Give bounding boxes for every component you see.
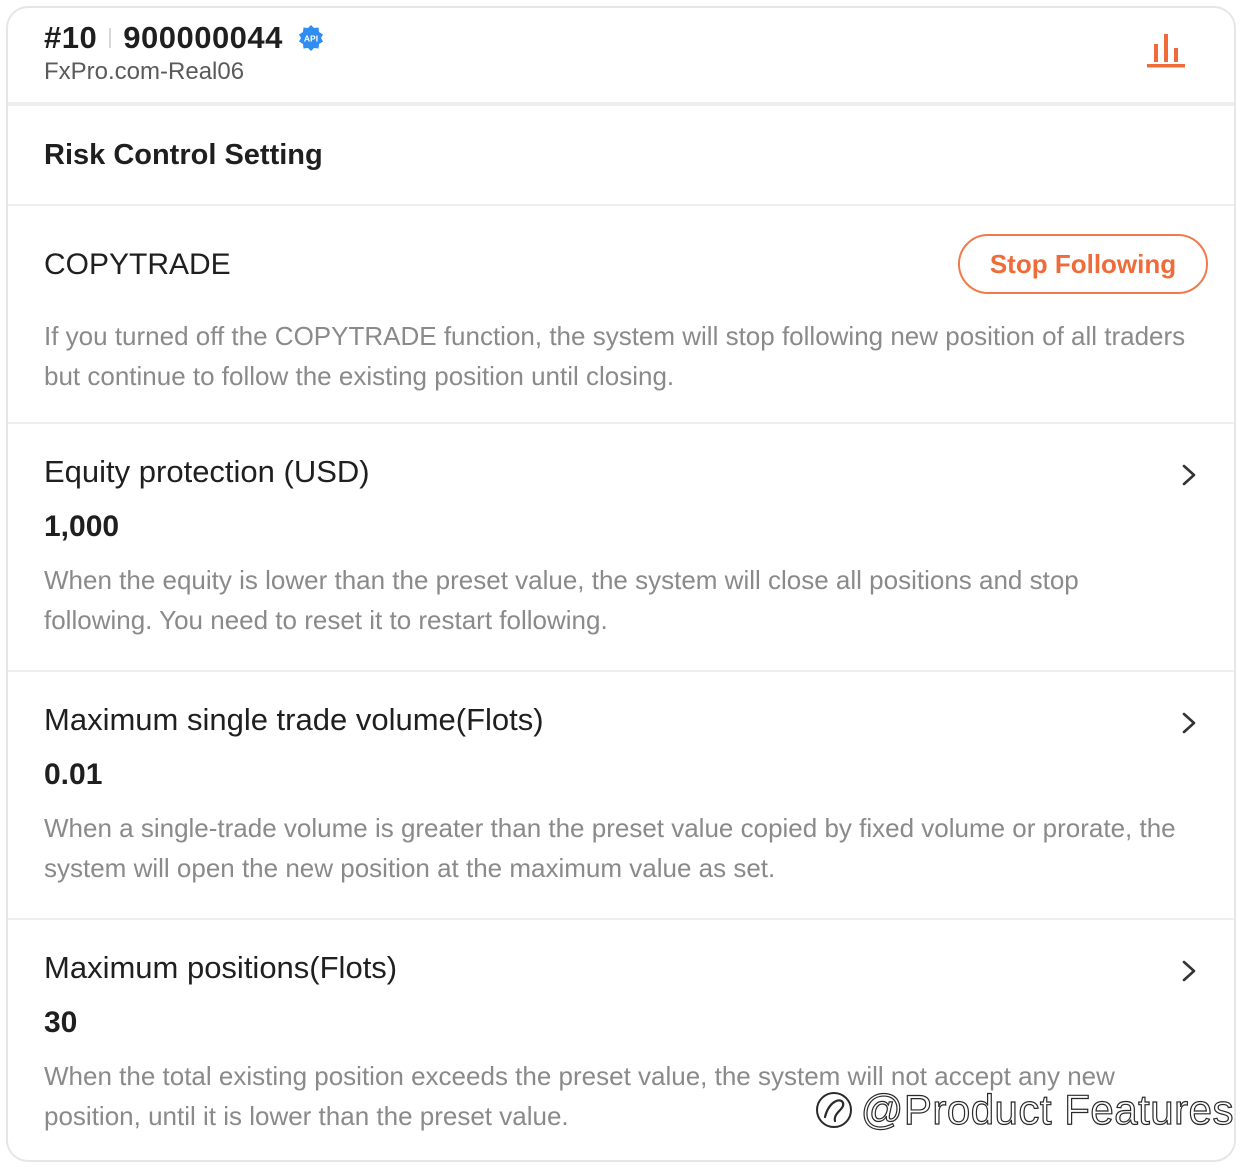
setting-label: Maximum single trade volume(Flots) xyxy=(44,702,544,737)
svg-text:API: API xyxy=(304,34,318,44)
setting-description: When the total existing position exceeds… xyxy=(44,1061,1115,1131)
setting-max-positions[interactable]: Maximum positions(Flots) 30 When the tot… xyxy=(8,920,1234,1160)
account-id: 900000044 xyxy=(123,20,283,55)
copytrade-description: If you turned off the COPYTRADE function… xyxy=(44,321,1186,391)
api-badge-icon: API xyxy=(297,24,325,52)
chevron-right-icon[interactable] xyxy=(1178,956,1200,986)
server-name: FxPro.com-Real06 xyxy=(44,58,245,85)
copytrade-label: COPYTRADE xyxy=(44,248,231,281)
section-header: Risk Control Setting xyxy=(8,106,1234,206)
setting-description: When a single-trade volume is greater th… xyxy=(44,813,1176,883)
setting-description: When the equity is lower than the preset… xyxy=(44,565,1079,635)
account-line: #10 900000044 API xyxy=(44,20,325,56)
risk-control-card: #10 900000044 API FxPro.com-Real06 Risk … xyxy=(6,6,1236,1162)
bar-chart-icon[interactable] xyxy=(1144,30,1188,70)
setting-equity-protection[interactable]: Equity protection (USD) 1,000 When the e… xyxy=(8,424,1234,672)
section-title: Risk Control Setting xyxy=(44,138,323,171)
account-rank: #10 xyxy=(44,20,98,55)
setting-label: Maximum positions(Flots) xyxy=(44,950,398,985)
setting-value: 1,000 xyxy=(44,510,120,543)
stop-following-button[interactable]: Stop Following xyxy=(958,234,1208,294)
setting-value: 30 xyxy=(44,1006,78,1039)
chevron-right-icon[interactable] xyxy=(1178,708,1200,738)
copytrade-block: COPYTRADE Stop Following If you turned o… xyxy=(8,206,1234,424)
setting-value: 0.01 xyxy=(44,758,103,791)
setting-label: Equity protection (USD) xyxy=(44,454,370,489)
setting-max-single-trade-volume[interactable]: Maximum single trade volume(Flots) 0.01 … xyxy=(8,672,1234,920)
separator xyxy=(109,28,112,48)
account-header: #10 900000044 API FxPro.com-Real06 xyxy=(8,8,1234,102)
chevron-right-icon[interactable] xyxy=(1178,460,1200,490)
